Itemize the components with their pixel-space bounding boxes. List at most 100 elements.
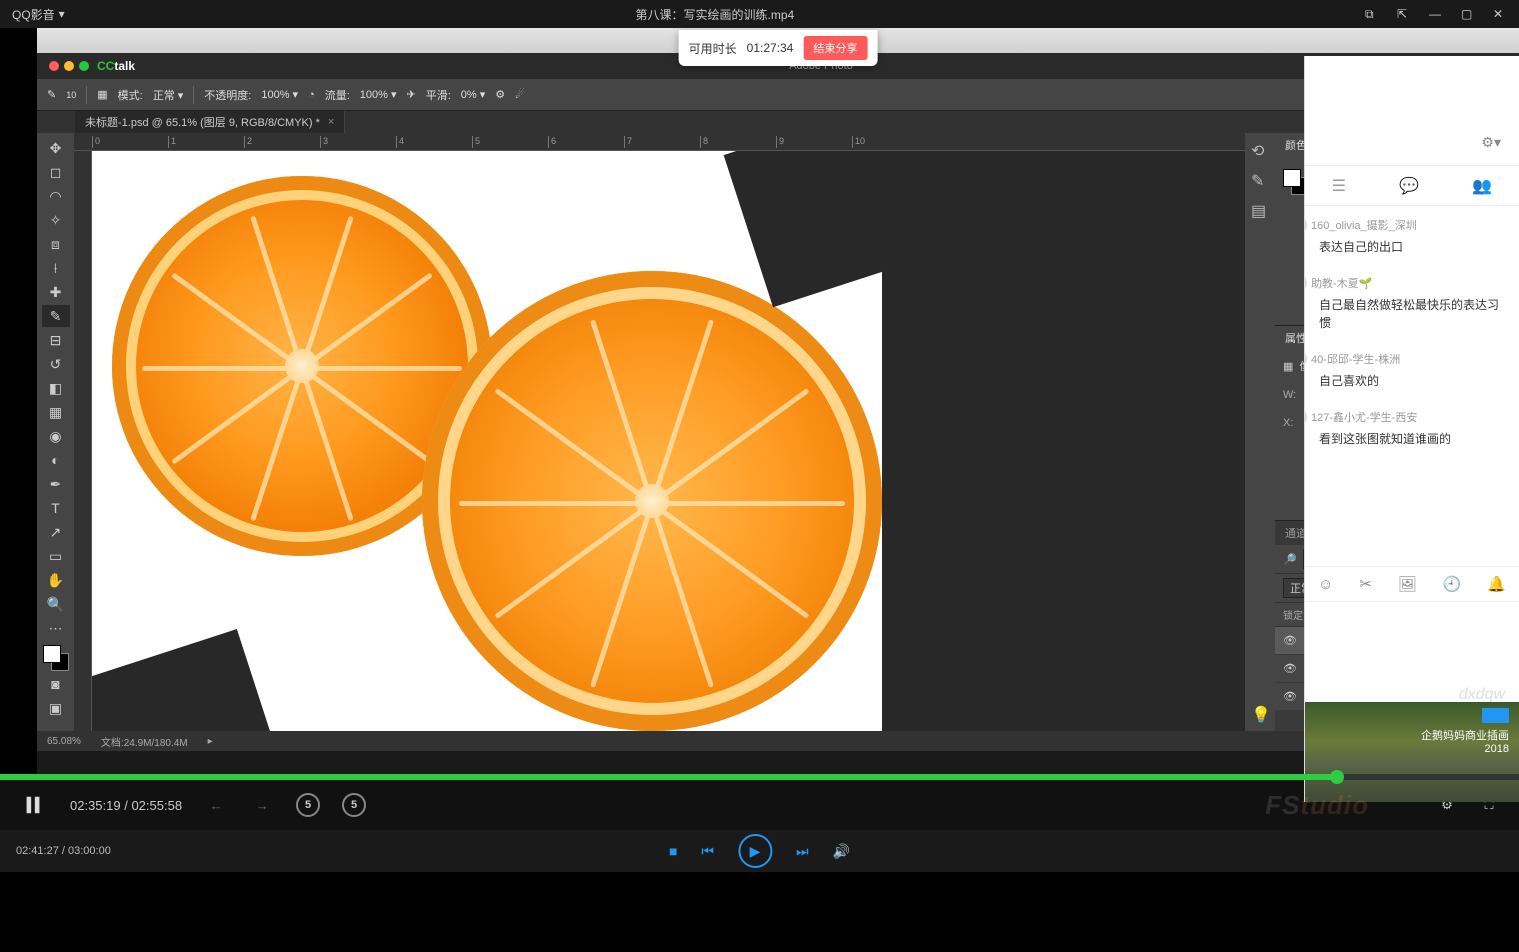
brushes-panel-icon[interactable]: ✎ — [1251, 171, 1269, 189]
stamp-tool[interactable]: ⊟ — [42, 329, 70, 351]
lasso-tool[interactable]: ◠ — [42, 185, 70, 207]
smooth-value[interactable]: 0% ▾ — [461, 88, 485, 101]
swatches-panel-icon[interactable]: ▤ — [1251, 201, 1269, 219]
flow-label: 流量: — [325, 87, 350, 103]
tab-close-icon[interactable]: × — [328, 116, 334, 128]
flow-value[interactable]: 100% ▾ — [360, 88, 397, 101]
close-icon[interactable]: ✕ — [1493, 7, 1507, 21]
pin-icon[interactable]: ⇱ — [1397, 7, 1411, 21]
ruler-tick: 9 — [776, 136, 784, 148]
mode-label: 模式: — [118, 87, 143, 103]
mini-next-button[interactable]: ⏭ — [796, 843, 809, 860]
progress-bar[interactable] — [0, 774, 1519, 780]
path-tool[interactable]: ↗ — [42, 521, 70, 543]
visibility-icon[interactable]: 👁 — [1283, 662, 1297, 675]
opacity-value[interactable]: 100% ▾ — [261, 88, 298, 101]
symmetry-icon[interactable]: ☄ — [515, 88, 525, 101]
pip-icon[interactable]: ⧉ — [1365, 7, 1379, 21]
airbrush-icon[interactable]: ✈ — [407, 88, 416, 101]
chat-message: 40-邱邱-学生-株洲自己喜欢的 — [1319, 350, 1505, 390]
eyedropper-tool[interactable]: ⟊ — [42, 257, 70, 279]
chat-tab-members-icon[interactable]: 👥 — [1472, 176, 1492, 196]
color-swap[interactable] — [42, 641, 70, 671]
next-button[interactable]: → — [250, 793, 274, 817]
hand-tool[interactable]: ✋ — [42, 569, 70, 591]
ruler-vertical — [74, 151, 92, 731]
app-name[interactable]: QQ影音 ▾ — [12, 6, 65, 23]
ruler-tick: 0 — [92, 136, 100, 148]
gradient-tool[interactable]: ▦ — [42, 401, 70, 423]
mini-time: 02:41:27 / 03:00:00 — [16, 845, 111, 857]
end-share-button[interactable]: 结束分享 — [803, 36, 867, 60]
history-icon[interactable]: 🕘 — [1443, 575, 1462, 593]
progress-thumb[interactable] — [1330, 770, 1344, 784]
chat-sidebar: ⚙▾ ☰ 💬 👥 160_olivia_摄影_深圳表达自己的出口助教-木夏🌱自己… — [1304, 56, 1519, 802]
filter-search-icon[interactable]: 🔎 — [1283, 553, 1297, 566]
mini-prev-button[interactable]: ⏮ — [701, 843, 714, 860]
healing-tool[interactable]: ✚ — [42, 281, 70, 303]
mini-stop-button[interactable]: ■ — [669, 843, 677, 859]
thumb-title: 企鹅妈妈商业插画 — [1421, 727, 1509, 743]
share-time: 01:27:34 — [747, 41, 794, 55]
rewind-5-button[interactable]: 5 — [296, 793, 320, 817]
bottom-mediabar: 02:41:27 / 03:00:00 ■ ⏮ ▶ ⏭ 🔊 — [0, 830, 1519, 872]
pause-button[interactable] — [18, 790, 48, 820]
mini-play-button[interactable]: ▶ — [738, 834, 772, 868]
type-tool[interactable]: T — [42, 497, 70, 519]
forward-5-button[interactable]: 5 — [342, 793, 366, 817]
dodge-tool[interactable]: ◐ — [42, 449, 70, 471]
scissors-icon[interactable]: ✂ — [1359, 575, 1372, 593]
status-arrow-icon[interactable]: ▸ — [208, 736, 213, 747]
hint-icon[interactable]: 💡 — [1251, 705, 1269, 723]
avatar — [1304, 274, 1307, 292]
screenmode-tool[interactable]: ▣ — [42, 697, 70, 719]
quickmask-tool[interactable]: ◙ — [42, 673, 70, 695]
brush-tool[interactable]: ✎ — [42, 305, 70, 327]
bell-icon[interactable]: 🔔 — [1487, 575, 1506, 593]
image-icon[interactable]: 🖼 — [1398, 575, 1417, 593]
pen-tool[interactable]: ✒ — [42, 473, 70, 495]
ruler-tick: 4 — [396, 136, 404, 148]
document-tab[interactable]: 未标题-1.psd @ 65.1% (图层 9, RGB/8/CMYK) * × — [75, 111, 345, 133]
ruler-horizontal: 012345678910 — [74, 133, 1245, 151]
orange-right — [422, 271, 882, 731]
brush-size[interactable]: 10 — [66, 90, 76, 100]
thumb-badge — [1482, 708, 1509, 723]
zoom-level[interactable]: 65.08% — [47, 736, 81, 747]
opacity-label: 不透明度: — [204, 87, 251, 103]
progress-fill — [0, 774, 1337, 780]
shape-tool[interactable]: ▭ — [42, 545, 70, 567]
move-tool[interactable]: ✥ — [42, 137, 70, 159]
chat-tab-list-icon[interactable]: ☰ — [1332, 176, 1346, 196]
chat-video-thumbnail[interactable]: 企鹅妈妈商业插画 2018 — [1305, 702, 1519, 802]
visibility-icon[interactable]: 👁 — [1283, 634, 1297, 647]
maximize-icon[interactable]: ▢ — [1461, 7, 1475, 21]
eraser-tool[interactable]: ◧ — [42, 377, 70, 399]
mode-dropdown[interactable]: 正常 ▾ — [153, 87, 184, 103]
minimize-icon[interactable]: — — [1429, 7, 1443, 21]
chat-tab-chat-icon[interactable]: 💬 — [1399, 176, 1419, 196]
mini-volume-button[interactable]: 🔊 — [833, 843, 850, 860]
chat-text: 自己最自然做轻松最快乐的表达习惯 — [1319, 296, 1505, 332]
pressure-opacity-icon[interactable]: ◔ — [308, 89, 315, 101]
edit-toolbar[interactable]: ⋯ — [42, 617, 70, 639]
history-panel-icon[interactable]: ⟲ — [1251, 141, 1269, 159]
prev-button[interactable]: ← — [204, 793, 228, 817]
canvas-area[interactable]: 012345678910 — [74, 133, 1245, 731]
blur-tool[interactable]: ◉ — [42, 425, 70, 447]
history-brush-tool[interactable]: ↺ — [42, 353, 70, 375]
artboard — [92, 151, 882, 731]
ruler-tick: 1 — [168, 136, 176, 148]
emoji-icon[interactable]: ☺ — [1318, 576, 1333, 593]
marquee-tool[interactable]: ◻ — [42, 161, 70, 183]
brush-icon[interactable]: ✎ — [47, 88, 56, 101]
wand-tool[interactable]: ✧ — [42, 209, 70, 231]
visibility-icon[interactable]: 👁 — [1283, 690, 1297, 703]
crop-tool[interactable]: ⧈ — [42, 233, 70, 255]
brush-preset-icon[interactable]: ▦ — [97, 88, 107, 101]
gear-icon[interactable]: ⚙ — [495, 88, 505, 101]
chat-settings-icon[interactable]: ⚙▾ — [1481, 134, 1501, 151]
video-title: 第八课：写实绘画的训练.mp4 — [65, 6, 1365, 23]
w-label: W: — [1283, 389, 1299, 401]
zoom-tool[interactable]: 🔍 — [42, 593, 70, 615]
